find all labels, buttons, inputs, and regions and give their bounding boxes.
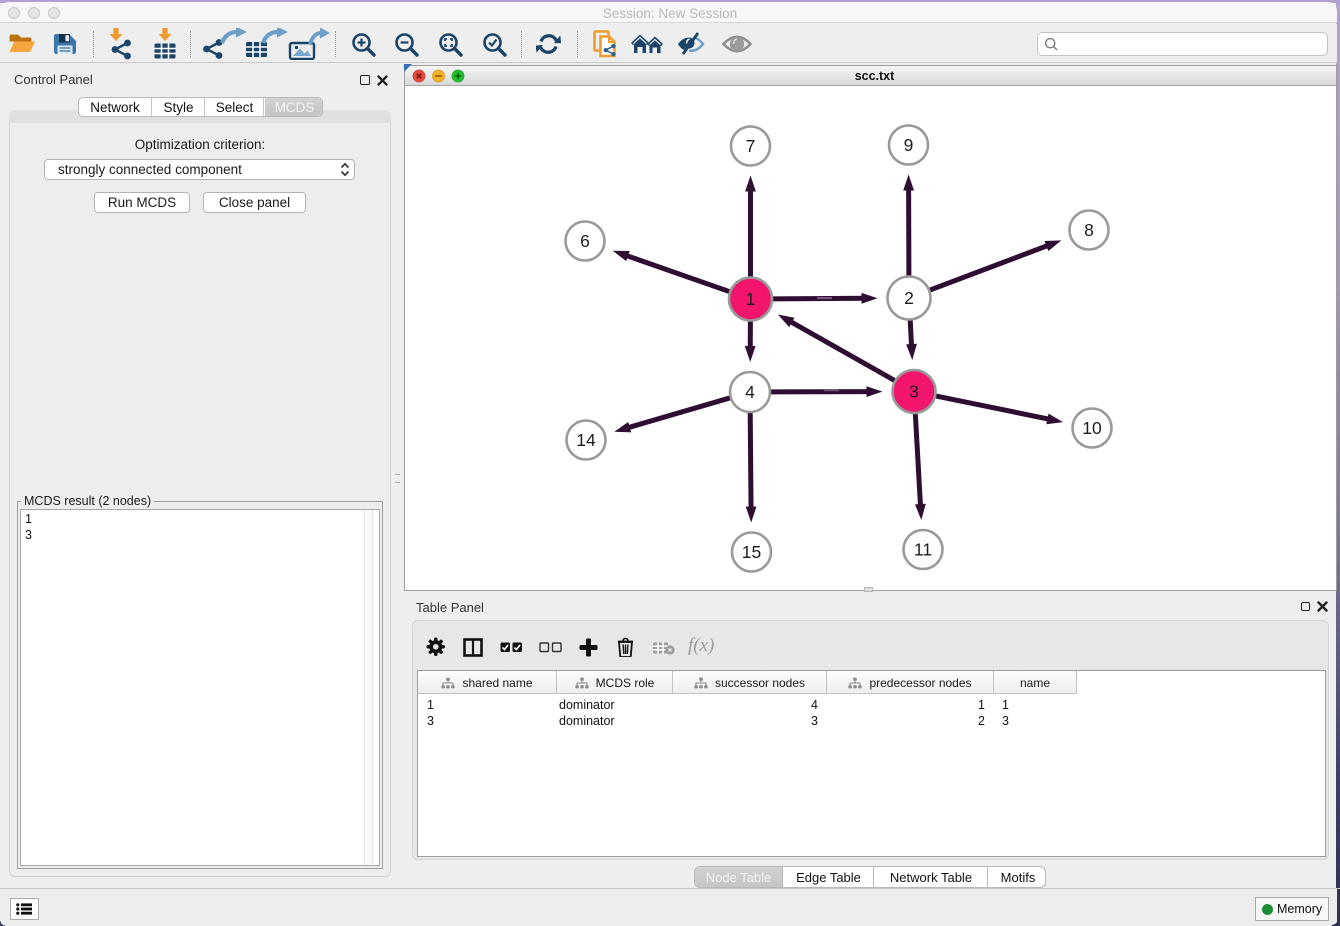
- svg-text:14: 14: [576, 430, 596, 450]
- svg-text:7: 7: [746, 136, 756, 156]
- svg-text:6: 6: [580, 231, 590, 251]
- svg-text:10: 10: [1082, 418, 1102, 438]
- svg-text:3: 3: [909, 382, 919, 402]
- svg-text:4: 4: [745, 382, 755, 402]
- svg-text:2: 2: [904, 288, 914, 308]
- svg-text:11: 11: [914, 540, 932, 560]
- svg-text:8: 8: [1084, 220, 1094, 240]
- svg-text:15: 15: [742, 542, 761, 562]
- svg-text:9: 9: [904, 135, 914, 155]
- svg-text:1: 1: [746, 289, 756, 309]
